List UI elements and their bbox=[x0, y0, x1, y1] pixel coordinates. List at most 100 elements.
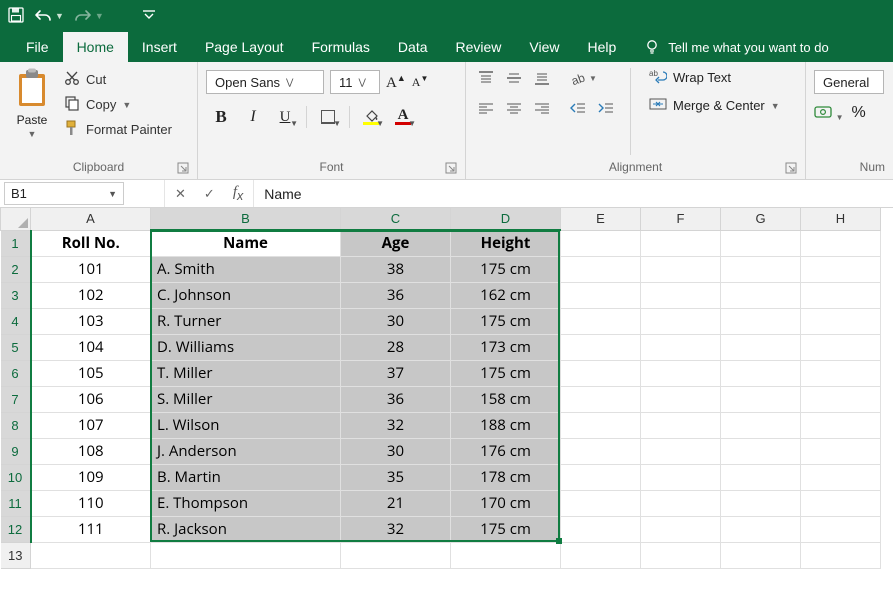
cell-A2[interactable]: 101 bbox=[31, 256, 151, 282]
cell-B5[interactable]: D. Williams bbox=[151, 334, 341, 360]
decrease-font-button[interactable]: A▼ bbox=[412, 74, 429, 90]
cell-G9[interactable] bbox=[721, 438, 801, 464]
row-header-3[interactable]: 3 bbox=[1, 282, 31, 308]
name-box[interactable]: B1 ▼ bbox=[4, 182, 124, 205]
dialog-launcher-clipboard[interactable] bbox=[177, 162, 189, 174]
fill-color-button[interactable]: ▼ bbox=[356, 104, 386, 130]
worksheet-grid[interactable]: ABCDEFGH1Roll No.NameAgeHeight2101A. Smi… bbox=[0, 208, 893, 569]
cell-E6[interactable] bbox=[561, 360, 641, 386]
column-header-E[interactable]: E bbox=[561, 208, 641, 230]
save-button[interactable] bbox=[8, 7, 24, 26]
cell-H13[interactable] bbox=[801, 542, 881, 568]
dialog-launcher-font[interactable] bbox=[445, 162, 457, 174]
cell-B1[interactable]: Name bbox=[151, 230, 341, 256]
cell-G5[interactable] bbox=[721, 334, 801, 360]
paste-button[interactable]: Paste ▼ bbox=[8, 66, 56, 139]
cell-F10[interactable] bbox=[641, 464, 721, 490]
copy-button[interactable]: Copy ▼ bbox=[64, 95, 172, 114]
enter-formula-button[interactable]: ✓ bbox=[204, 186, 215, 202]
redo-button[interactable]: ▼ bbox=[74, 8, 104, 25]
undo-button[interactable]: ▼ bbox=[34, 8, 64, 25]
cell-C2[interactable]: 38 bbox=[341, 256, 451, 282]
cell-D5[interactable]: 173 cm bbox=[451, 334, 561, 360]
row-header-12[interactable]: 12 bbox=[1, 516, 31, 542]
cell-E8[interactable] bbox=[561, 412, 641, 438]
cell-B7[interactable]: S. Miller bbox=[151, 386, 341, 412]
tab-page-layout[interactable]: Page Layout bbox=[191, 32, 298, 62]
cell-D12[interactable]: 175 cm bbox=[451, 516, 561, 542]
cell-D4[interactable]: 175 cm bbox=[451, 308, 561, 334]
cell-G3[interactable] bbox=[721, 282, 801, 308]
cell-F4[interactable] bbox=[641, 308, 721, 334]
cell-H12[interactable] bbox=[801, 516, 881, 542]
tab-view[interactable]: View bbox=[515, 32, 573, 62]
cell-H8[interactable] bbox=[801, 412, 881, 438]
cell-E4[interactable] bbox=[561, 308, 641, 334]
cell-F12[interactable] bbox=[641, 516, 721, 542]
cell-F5[interactable] bbox=[641, 334, 721, 360]
row-header-8[interactable]: 8 bbox=[1, 412, 31, 438]
font-color-button[interactable]: A ▼ bbox=[388, 104, 418, 130]
cell-G13[interactable] bbox=[721, 542, 801, 568]
align-left-button[interactable] bbox=[474, 98, 498, 118]
percent-style-button[interactable]: % bbox=[852, 104, 866, 123]
cell-A3[interactable]: 102 bbox=[31, 282, 151, 308]
format-painter-button[interactable]: Format Painter bbox=[64, 120, 172, 139]
cell-D9[interactable]: 176 cm bbox=[451, 438, 561, 464]
cell-G7[interactable] bbox=[721, 386, 801, 412]
cell-H11[interactable] bbox=[801, 490, 881, 516]
cell-E9[interactable] bbox=[561, 438, 641, 464]
select-all-corner[interactable] bbox=[1, 208, 31, 230]
insert-function-button[interactable]: fx bbox=[233, 184, 243, 203]
cell-A7[interactable]: 106 bbox=[31, 386, 151, 412]
cell-C8[interactable]: 32 bbox=[341, 412, 451, 438]
row-header-4[interactable]: 4 bbox=[1, 308, 31, 334]
cell-F9[interactable] bbox=[641, 438, 721, 464]
column-header-B[interactable]: B bbox=[151, 208, 341, 230]
cell-E1[interactable] bbox=[561, 230, 641, 256]
cell-E12[interactable] bbox=[561, 516, 641, 542]
font-name-combo[interactable]: Open Sans ⋁ bbox=[206, 70, 324, 94]
merge-center-button[interactable]: Merge & Center ▼ bbox=[649, 97, 780, 114]
customize-qat-button[interactable] bbox=[142, 9, 156, 24]
cell-H5[interactable] bbox=[801, 334, 881, 360]
cell-F1[interactable] bbox=[641, 230, 721, 256]
cell-B10[interactable]: B. Martin bbox=[151, 464, 341, 490]
cell-D1[interactable]: Height bbox=[451, 230, 561, 256]
row-header-13[interactable]: 13 bbox=[1, 542, 31, 568]
cell-C11[interactable]: 21 bbox=[341, 490, 451, 516]
cell-B4[interactable]: R. Turner bbox=[151, 308, 341, 334]
cell-C4[interactable]: 30 bbox=[341, 308, 451, 334]
cell-A10[interactable]: 109 bbox=[31, 464, 151, 490]
cell-E13[interactable] bbox=[561, 542, 641, 568]
cell-B11[interactable]: E. Thompson bbox=[151, 490, 341, 516]
cell-D8[interactable]: 188 cm bbox=[451, 412, 561, 438]
cell-G10[interactable] bbox=[721, 464, 801, 490]
cell-A13[interactable] bbox=[31, 542, 151, 568]
cell-H1[interactable] bbox=[801, 230, 881, 256]
cell-F3[interactable] bbox=[641, 282, 721, 308]
align-top-button[interactable] bbox=[474, 68, 498, 88]
cell-H3[interactable] bbox=[801, 282, 881, 308]
tab-help[interactable]: Help bbox=[574, 32, 631, 62]
bold-button[interactable]: B bbox=[206, 104, 236, 130]
cell-D10[interactable]: 178 cm bbox=[451, 464, 561, 490]
cell-B8[interactable]: L. Wilson bbox=[151, 412, 341, 438]
wrap-text-button[interactable]: ab Wrap Text bbox=[649, 68, 780, 87]
cell-F11[interactable] bbox=[641, 490, 721, 516]
cell-E7[interactable] bbox=[561, 386, 641, 412]
cell-E2[interactable] bbox=[561, 256, 641, 282]
borders-button[interactable]: ▼ bbox=[313, 104, 343, 130]
cell-H4[interactable] bbox=[801, 308, 881, 334]
cell-A5[interactable]: 104 bbox=[31, 334, 151, 360]
row-header-2[interactable]: 2 bbox=[1, 256, 31, 282]
italic-button[interactable]: I bbox=[238, 104, 268, 130]
cell-A11[interactable]: 110 bbox=[31, 490, 151, 516]
column-header-D[interactable]: D bbox=[451, 208, 561, 230]
cell-G11[interactable] bbox=[721, 490, 801, 516]
cell-F6[interactable] bbox=[641, 360, 721, 386]
font-size-combo[interactable]: 11 ⋁ bbox=[330, 70, 380, 94]
row-header-7[interactable]: 7 bbox=[1, 386, 31, 412]
cut-button[interactable]: Cut bbox=[64, 70, 172, 89]
cell-B9[interactable]: J. Anderson bbox=[151, 438, 341, 464]
